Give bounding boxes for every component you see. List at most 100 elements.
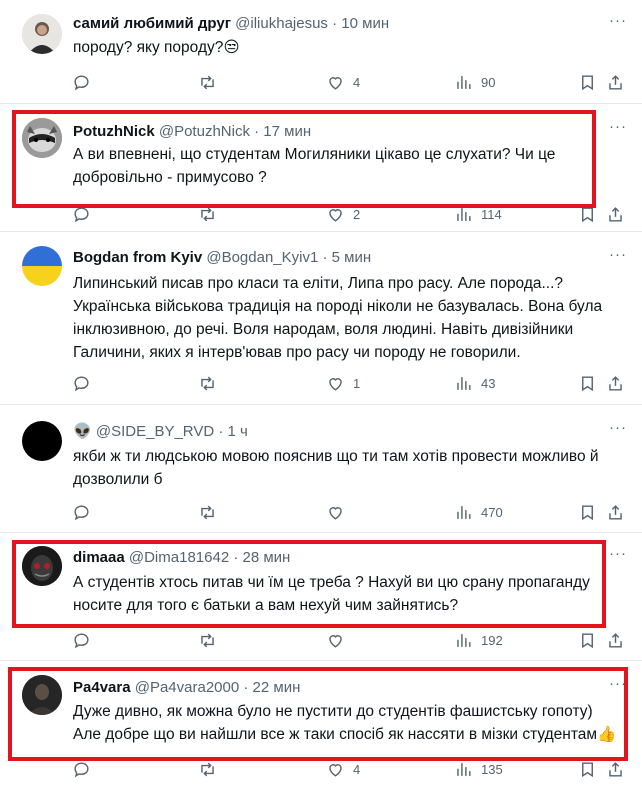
repost-button[interactable] [198,71,225,93]
bar-chart-icon [457,75,471,89]
bar-chart-icon [457,633,471,647]
tweet[interactable]: dimaaa @Dima181642 · 28 мин ··· А студен… [0,533,642,661]
tweet[interactable]: Bogdan from Kyiv @Bogdan_Kyiv1 · 5 мин ·… [0,232,642,405]
timestamp[interactable]: 1 ч [228,423,248,440]
like-button[interactable]: 2 [326,203,360,225]
more-options-button[interactable]: ··· [608,247,628,266]
share-button[interactable] [606,71,625,93]
display-name[interactable]: самий любимий друг [73,15,231,32]
tweet[interactable]: 👽 @SIDE_BY_RVD · 1 ч ··· якби ж ти людсь… [0,405,642,533]
ukraine-flag-icon [22,246,62,286]
more-options-button[interactable]: ··· [608,546,628,565]
avatar[interactable] [22,246,62,286]
tweet-header: Pa4vara @Pa4vara2000 · 22 мин [73,679,602,697]
view-count: 114 [481,206,502,222]
repost-button[interactable] [198,501,225,523]
reply-button[interactable] [72,629,99,651]
display-name[interactable]: dimaaa [73,549,125,566]
avatar[interactable] [22,546,62,586]
tweet-text: А ви впевнені, що студентам Могиляники ц… [73,146,556,186]
tweet-text: якби ж ти людською мовою пояснив що ти т… [73,448,599,488]
user-handle[interactable]: @iliukhajesus [235,15,328,32]
tweet-actions: 2 114 [72,203,624,225]
repost-icon [201,633,214,647]
like-button[interactable] [326,629,353,651]
timestamp[interactable]: 17 мин [263,123,311,140]
view-count: 90 [481,74,496,90]
share-button[interactable] [606,372,625,394]
like-button[interactable]: 4 [326,71,360,93]
repost-icon [201,376,214,390]
views-button[interactable]: 192 [454,629,503,651]
user-handle[interactable]: @Pa4vara2000 [135,679,239,696]
reply-icon [74,632,89,648]
like-count: 4 [353,761,361,777]
user-handle[interactable]: @PotuzhNick [159,123,250,140]
avatar[interactable] [22,118,62,158]
share-icon [609,206,622,222]
share-button[interactable] [606,203,625,225]
reply-icon [74,761,89,777]
bar-chart-icon [457,376,471,390]
bar-chart-icon [457,762,471,776]
more-options-button[interactable]: ··· [608,676,628,695]
bookmark-button[interactable] [578,501,597,523]
timestamp[interactable]: 28 мин [243,549,291,566]
repost-icon [201,207,214,221]
tweet-text: А студентів хтось питав чи їм це треба ?… [73,574,590,614]
tweet[interactable]: самий любимий друг @iliukhajesus · 10 ми… [0,0,642,104]
tweet-header: PotuzhNick @PotuzhNick · 17 мин [73,123,602,141]
like-button[interactable] [326,501,353,523]
bookmark-button[interactable] [578,758,597,780]
reply-button[interactable] [72,372,99,394]
tweet[interactable]: Pa4vara @Pa4vara2000 · 22 мин ··· Дуже д… [0,661,642,800]
user-handle[interactable]: @Bogdan_Kyiv1 [206,249,318,266]
avatar[interactable] [22,675,62,715]
repost-button[interactable] [198,629,225,651]
more-options-button[interactable]: ··· [608,119,628,138]
share-button[interactable] [606,629,625,651]
share-button[interactable] [606,501,625,523]
bookmark-button[interactable] [578,71,597,93]
bookmark-icon [582,632,593,648]
avatar[interactable] [22,14,62,54]
views-button[interactable]: 43 [454,372,495,394]
repost-button[interactable] [198,758,225,780]
more-options-button[interactable]: ··· [608,420,628,439]
tweet-header: Bogdan from Kyiv @Bogdan_Kyiv1 · 5 мин [73,249,602,267]
like-button[interactable]: 4 [326,758,360,780]
heart-icon [329,208,342,222]
reply-button[interactable] [72,203,99,225]
like-count: 2 [353,206,361,222]
bookmark-button[interactable] [578,372,597,394]
repost-button[interactable] [198,372,225,394]
display-name[interactable]: 👽 [73,423,92,440]
views-button[interactable]: 470 [454,501,503,523]
tweet-text: породу? яку породу?😒 [73,39,240,56]
tweet-text: Липинський писав про класи та еліти, Лип… [73,275,603,361]
views-button[interactable]: 135 [454,758,503,780]
bookmark-button[interactable] [578,203,597,225]
avatar[interactable] [22,421,62,461]
user-handle[interactable]: @SIDE_BY_RVD [96,423,214,440]
display-name[interactable]: PotuzhNick [73,123,155,140]
like-button[interactable]: 1 [326,372,360,394]
timestamp[interactable]: 22 мин [253,679,301,696]
bookmark-button[interactable] [578,629,597,651]
views-button[interactable]: 90 [454,71,495,93]
views-button[interactable]: 114 [454,203,502,225]
display-name[interactable]: Pa4vara [73,679,131,696]
timestamp[interactable]: 5 мин [332,249,372,266]
timestamp[interactable]: 10 мин [341,15,389,32]
share-icon [609,761,622,777]
repost-button[interactable] [198,203,225,225]
reply-button[interactable] [72,71,99,93]
more-options-button[interactable]: ··· [608,13,628,32]
share-button[interactable] [606,758,625,780]
display-name[interactable]: Bogdan from Kyiv [73,249,202,266]
tweet-actions: 1 43 [72,372,624,394]
tweet[interactable]: PotuzhNick @PotuzhNick · 17 мин ··· А ви… [0,104,642,232]
user-handle[interactable]: @Dima181642 [129,549,229,566]
reply-button[interactable] [72,758,99,780]
reply-button[interactable] [72,501,99,523]
